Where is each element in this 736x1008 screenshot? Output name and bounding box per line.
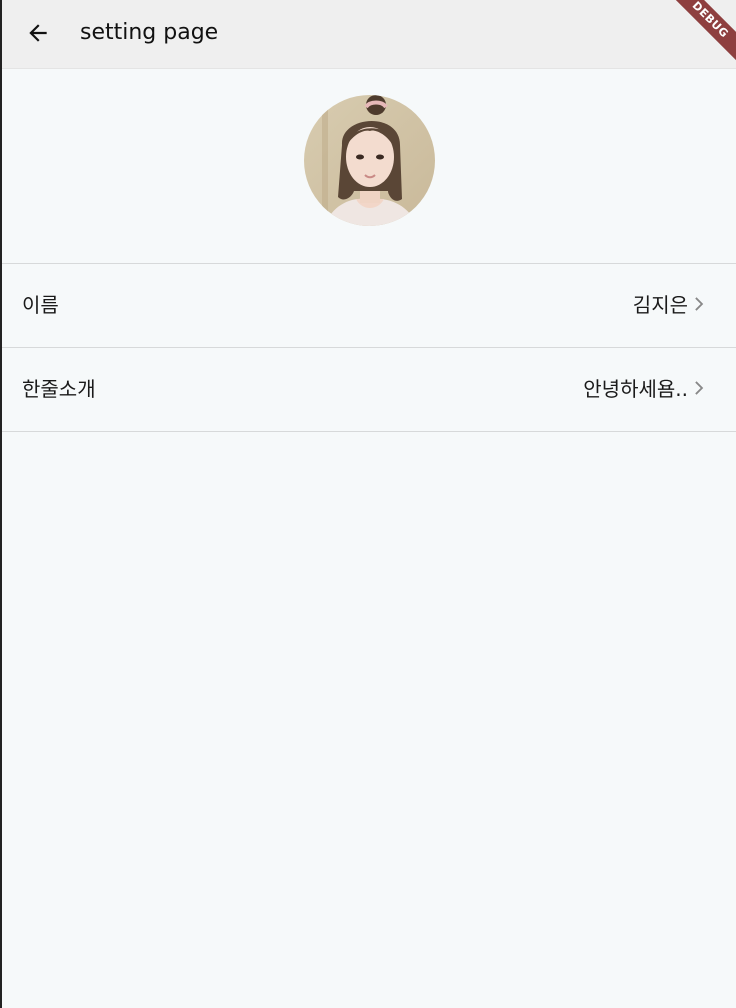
row-value: 김지은: [632, 293, 688, 317]
avatar-section: [2, 69, 736, 263]
divider: [2, 431, 736, 432]
back-button[interactable]: [18, 13, 58, 53]
settings-row-name[interactable]: 이름 김지은: [2, 264, 736, 347]
app-bar: setting page: [2, 0, 736, 69]
row-label: 이름: [22, 293, 59, 317]
row-label: 한줄소개: [22, 377, 96, 401]
row-value: 안녕하세욤..: [583, 377, 688, 401]
page-title: setting page: [80, 20, 219, 45]
arrow-back-icon: [29, 24, 47, 42]
profile-avatar[interactable]: [304, 95, 435, 226]
settings-row-bio[interactable]: 한줄소개 안녕하세욤..: [2, 348, 736, 431]
chevron-right-icon: [695, 381, 704, 395]
settings-screen: setting page DEBUG 이름 김지은 한줄소개 안녕하세욤..: [2, 0, 736, 1008]
profile-photo: [304, 95, 435, 226]
chevron-right-icon: [695, 297, 704, 311]
